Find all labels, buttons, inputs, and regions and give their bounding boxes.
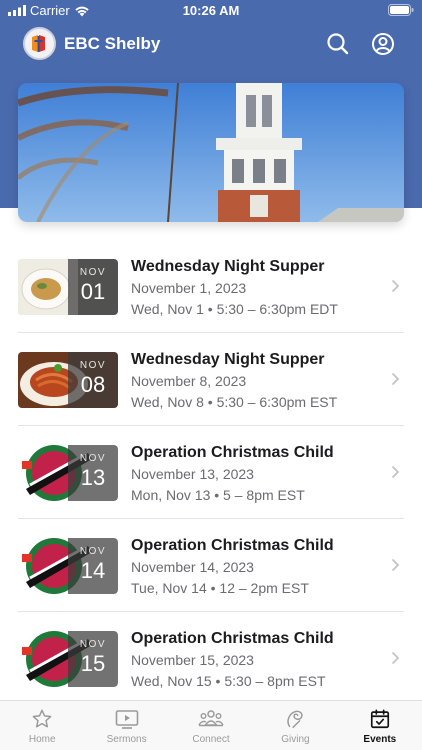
badge-day: 15 [80, 651, 106, 676]
date-badge: NOV 13 [68, 445, 118, 501]
event-title: Operation Christmas Child [131, 537, 334, 554]
date-badge: NOV 14 [68, 538, 118, 594]
tab-label: Sermons [106, 734, 147, 745]
event-row[interactable]: NOV 15 Operation Christmas Child Novembe… [0, 612, 422, 705]
profile-button[interactable] [370, 31, 396, 57]
chevron-right-icon [391, 651, 400, 665]
event-row[interactable]: NOV 13 Operation Christmas Child Novembe… [0, 426, 422, 519]
tab-giving[interactable]: Giving [253, 701, 337, 750]
chevron-right-icon [391, 372, 400, 386]
calendar-icon [370, 709, 389, 729]
date-badge: NOV 15 [68, 631, 118, 687]
tab-label: Home [28, 734, 56, 745]
event-list: NOV 01 Wednesday Night Supper November 1… [0, 240, 422, 705]
chevron-right-icon [391, 279, 400, 293]
search-icon [327, 33, 349, 55]
badge-month: NOV [79, 360, 107, 371]
date-badge: NOV 08 [68, 352, 118, 408]
event-title: Wednesday Night Supper [131, 351, 325, 368]
event-time: Mon, Nov 13 • 5 – 8pm EST [131, 487, 305, 503]
badge-day: 08 [80, 372, 106, 397]
event-time: Wed, Nov 15 • 5:30 – 8pm EST [131, 673, 326, 689]
app-header: EBC Shelby [0, 22, 422, 66]
tab-label: Connect [192, 734, 230, 745]
event-time: Wed, Nov 1 • 5:30 – 6:30pm EDT [131, 301, 338, 317]
church-logo [23, 27, 56, 60]
event-row[interactable]: NOV 01 Wednesday Night Supper November 1… [0, 240, 422, 333]
badge-month: NOV [79, 639, 107, 650]
search-button[interactable] [325, 31, 351, 57]
hero-image[interactable] [18, 83, 404, 222]
event-title: Operation Christmas Child [131, 630, 334, 647]
chevron-right-icon [391, 558, 400, 572]
people-icon [198, 710, 224, 727]
date-badge: NOV 01 [68, 259, 118, 315]
badge-month: NOV [79, 267, 107, 278]
tab-connect[interactable]: Connect [169, 701, 253, 750]
battery-icon [388, 4, 414, 19]
event-thumbnail: NOV 13 [18, 445, 118, 501]
tab-label: Giving [281, 734, 310, 745]
event-date: November 13, 2023 [131, 466, 254, 482]
event-thumbnail: NOV 14 [18, 538, 118, 594]
event-date: November 1, 2023 [131, 280, 247, 296]
event-date: November 8, 2023 [131, 373, 247, 389]
tab-sermons[interactable]: Sermons [84, 701, 168, 750]
profile-icon [372, 33, 394, 55]
tab-label: Events [363, 734, 397, 745]
video-icon [115, 710, 138, 729]
badge-month: NOV [79, 453, 107, 464]
badge-day: 01 [80, 279, 106, 304]
event-time: Wed, Nov 8 • 5:30 – 6:30pm EST [131, 394, 338, 410]
chevron-right-icon [391, 465, 400, 479]
status-bar: Carrier 10:26 AM [0, 0, 422, 22]
giving-icon [287, 710, 304, 728]
event-date: November 15, 2023 [131, 652, 254, 668]
event-time: Tue, Nov 14 • 12 – 2pm EST [131, 580, 309, 596]
event-title: Wednesday Night Supper [131, 258, 325, 275]
status-time: 10:26 AM [182, 3, 240, 18]
tab-home[interactable]: Home [0, 701, 84, 750]
event-thumbnail: NOV 15 [18, 631, 118, 687]
star-icon [32, 709, 52, 728]
event-row[interactable]: NOV 08 Wednesday Night Supper November 8… [0, 333, 422, 426]
tab-events[interactable]: Events [338, 701, 422, 750]
tab-bar: Home Sermons Connect Giving Events [0, 700, 422, 750]
app-title: EBC Shelby [64, 34, 161, 53]
badge-month: NOV [79, 546, 107, 557]
event-title: Operation Christmas Child [131, 444, 334, 461]
event-thumbnail: NOV 08 [18, 352, 118, 408]
badge-day: 13 [80, 465, 106, 490]
badge-day: 14 [80, 558, 106, 583]
event-date: November 14, 2023 [131, 559, 254, 575]
event-thumbnail: NOV 01 [18, 259, 118, 315]
event-row[interactable]: NOV 14 Operation Christmas Child Novembe… [0, 519, 422, 612]
